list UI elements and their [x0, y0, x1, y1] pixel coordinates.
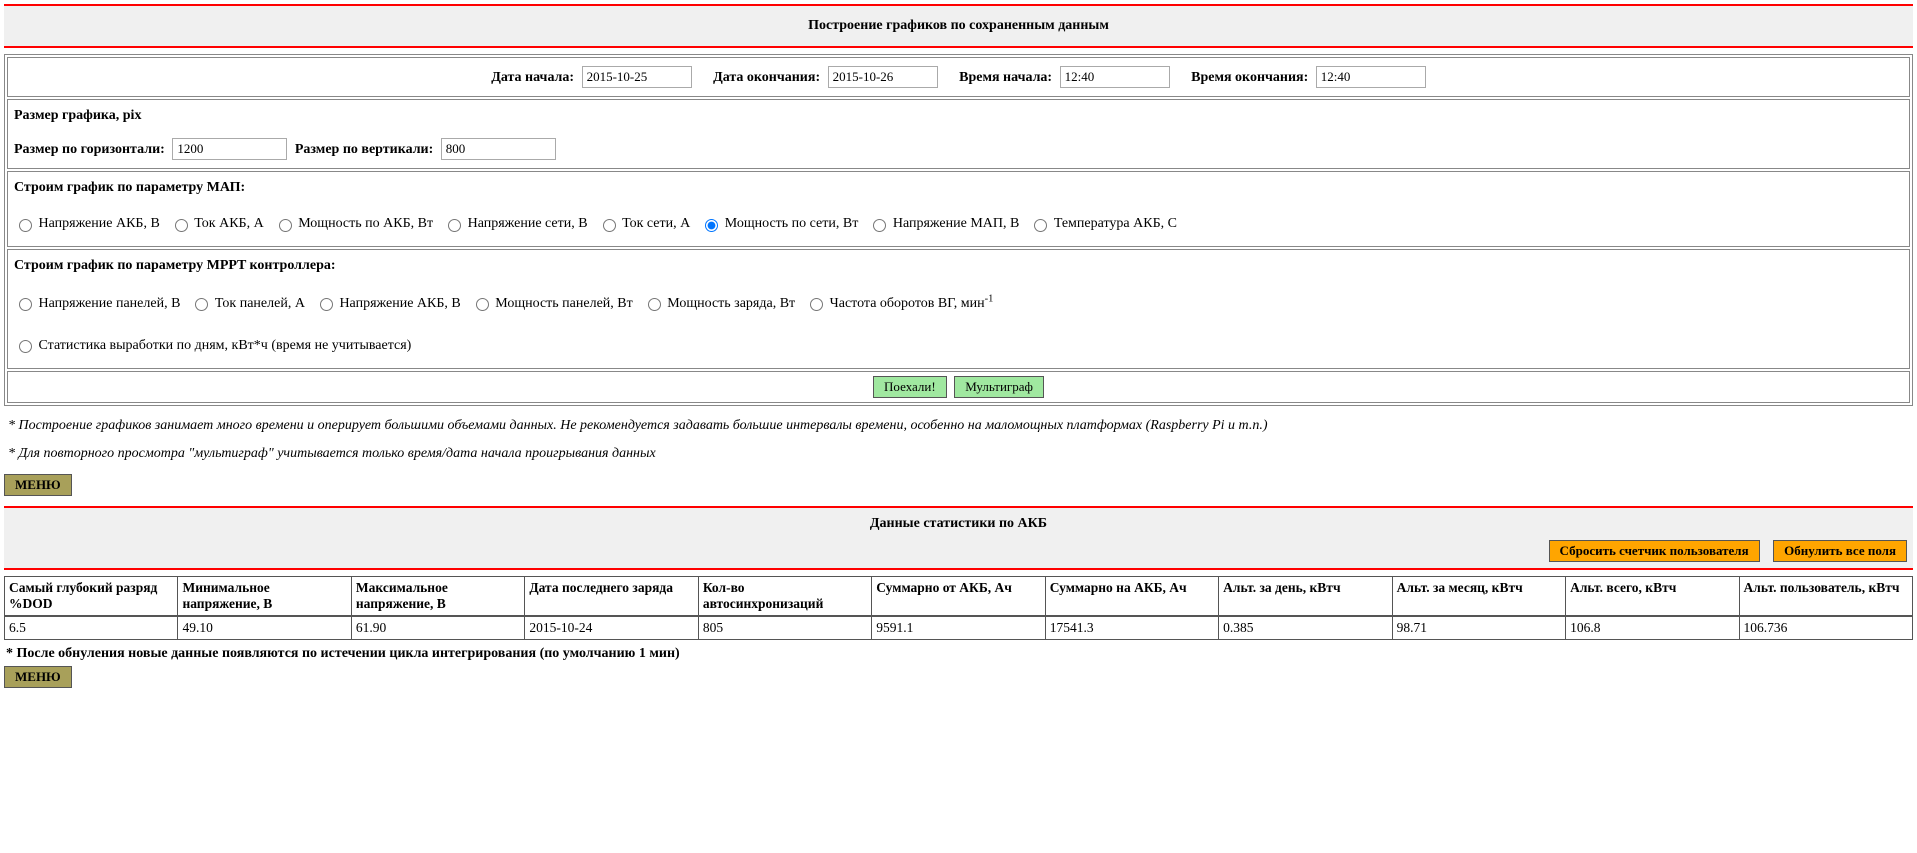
stats-column-header: Суммарно от АКБ, Ач — [872, 576, 1045, 616]
map-radio-input[interactable] — [448, 219, 461, 232]
mppt-radio-input[interactable] — [19, 298, 32, 311]
stats-title: Данные статистики по АКБ — [10, 516, 1907, 540]
note-multigraph: * Для повторного просмотра "мультиграф" … — [8, 446, 1909, 462]
stats-cell: 61.90 — [351, 616, 524, 640]
reset-all-fields-button[interactable]: Обнулить все поля — [1773, 540, 1907, 562]
time-end-input[interactable] — [1316, 66, 1426, 88]
date-end-label: Дата окончания: — [713, 70, 820, 85]
stats-cell: 106.8 — [1566, 616, 1739, 640]
multigraph-button[interactable]: Мультиграф — [954, 376, 1044, 398]
map-radio-option[interactable]: Ток АКБ, А — [170, 216, 264, 231]
size-h-label: Размер по горизонтали: — [14, 142, 165, 157]
mppt-radio-input[interactable] — [320, 298, 333, 311]
stats-column-header: Максимальное напряжение, В — [351, 576, 524, 616]
date-time-row: Дата начала: Дата окончания: Время начал… — [7, 57, 1910, 97]
mppt-radio-input[interactable] — [195, 298, 208, 311]
map-radio-input[interactable] — [175, 219, 188, 232]
stats-column-header: Суммарно на АКБ, Ач — [1045, 576, 1218, 616]
stats-cell: 106.736 — [1739, 616, 1912, 640]
map-radio-option[interactable]: Напряжение МАП, В — [868, 216, 1019, 231]
date-end-input[interactable] — [828, 66, 938, 88]
mppt-radio-option[interactable]: Статистика выработки по дням, кВт*ч (вре… — [14, 338, 411, 353]
menu-button-top[interactable]: МЕНЮ — [4, 474, 72, 496]
mppt-radio-input[interactable] — [476, 298, 489, 311]
map-radio-option[interactable]: Температура АКБ, С — [1029, 216, 1177, 231]
size-v-label: Размер по вертикали: — [295, 142, 433, 157]
stats-column-header: Альт. всего, кВтч — [1566, 576, 1739, 616]
time-end-label: Время окончания: — [1191, 70, 1308, 85]
action-row: Поехали! Мультиграф — [7, 371, 1910, 403]
map-radio-input[interactable] — [1034, 219, 1047, 232]
config-panel: Дата начала: Дата окончания: Время начал… — [4, 54, 1913, 406]
stats-column-header: Альт. пользователь, кВтч — [1739, 576, 1912, 616]
mppt-param-row: Строим график по параметру MPPT контролл… — [7, 249, 1910, 369]
mppt-radio-option[interactable]: Напряжение панелей, В — [14, 296, 180, 311]
stats-cell: 9591.1 — [872, 616, 1045, 640]
map-radio-input[interactable] — [705, 219, 718, 232]
size-v-input[interactable] — [441, 138, 556, 160]
map-radio-option[interactable]: Ток сети, А — [598, 216, 691, 231]
map-param-row: Строим график по параметру МАП: Напряжен… — [7, 171, 1910, 247]
map-radio-option[interactable]: Напряжение сети, В — [443, 216, 588, 231]
stats-header-row: Самый глубокий разряд %DODМинимальное на… — [5, 576, 1913, 616]
map-radio-option[interactable]: Мощность по АКБ, Вт — [274, 216, 433, 231]
stats-column-header: Альт. за день, кВтч — [1219, 576, 1392, 616]
menu-button-bottom[interactable]: МЕНЮ — [4, 666, 72, 688]
stats-cell: 805 — [698, 616, 871, 640]
stats-table: Самый глубокий разряд %DODМинимальное на… — [4, 576, 1913, 640]
stats-column-header: Дата последнего заряда — [525, 576, 698, 616]
reset-footnote: * После обнуления новые данные появляютс… — [6, 646, 1911, 662]
map-radio-option[interactable]: Напряжение АКБ, В — [14, 216, 160, 231]
time-start-input[interactable] — [1060, 66, 1170, 88]
stats-column-header: Самый глубокий разряд %DOD — [5, 576, 178, 616]
map-radio-input[interactable] — [19, 219, 32, 232]
map-radio-input[interactable] — [873, 219, 886, 232]
map-heading: Строим график по параметру МАП: — [14, 180, 1903, 196]
stats-cell: 98.71 — [1392, 616, 1565, 640]
stats-column-header: Минимальное напряжение, В — [178, 576, 351, 616]
stats-cell: 6.5 — [5, 616, 178, 640]
mppt-radio-option[interactable]: Мощность заряда, Вт — [643, 296, 795, 311]
stats-column-header: Альт. за месяц, кВтч — [1392, 576, 1565, 616]
stats-column-header: Кол-во автосинхронизаций — [698, 576, 871, 616]
mppt-radio-input[interactable] — [810, 298, 823, 311]
mppt-radio-option[interactable]: Частота оборотов ВГ, мин-1 — [805, 296, 993, 311]
reset-user-counter-button[interactable]: Сбросить счетчик пользователя — [1549, 540, 1760, 562]
map-radio-input[interactable] — [279, 219, 292, 232]
stats-cell: 2015-10-24 — [525, 616, 698, 640]
size-row: Размер графика, pix Размер по горизонтал… — [7, 99, 1910, 169]
stats-section-header: Данные статистики по АКБ Сбросить счетчи… — [4, 506, 1913, 570]
mppt-radio-option[interactable]: Ток панелей, А — [190, 296, 305, 311]
size-heading: Размер графика, pix — [14, 108, 1903, 124]
stats-cell: 17541.3 — [1045, 616, 1218, 640]
date-start-input[interactable] — [582, 66, 692, 88]
go-button[interactable]: Поехали! — [873, 376, 947, 398]
mppt-radio-input[interactable] — [19, 340, 32, 353]
table-row: 6.549.1061.902015-10-248059591.117541.30… — [5, 616, 1913, 640]
time-start-label: Время начала: — [959, 70, 1052, 85]
date-start-label: Дата начала: — [491, 70, 574, 85]
graphs-section-header: Построение графиков по сохраненным данны… — [4, 4, 1913, 48]
stats-cell: 49.10 — [178, 616, 351, 640]
map-radio-option[interactable]: Мощность по сети, Вт — [700, 216, 858, 231]
stats-cell: 0.385 — [1219, 616, 1392, 640]
mppt-radio-option[interactable]: Мощность панелей, Вт — [471, 296, 633, 311]
size-h-input[interactable] — [172, 138, 287, 160]
mppt-radio-input[interactable] — [648, 298, 661, 311]
map-radio-input[interactable] — [603, 219, 616, 232]
mppt-heading: Строим график по параметру MPPT контролл… — [14, 258, 1903, 274]
note-performance: * Построение графиков занимает много вре… — [8, 418, 1909, 434]
mppt-radio-option[interactable]: Напряжение АКБ, В — [315, 296, 461, 311]
